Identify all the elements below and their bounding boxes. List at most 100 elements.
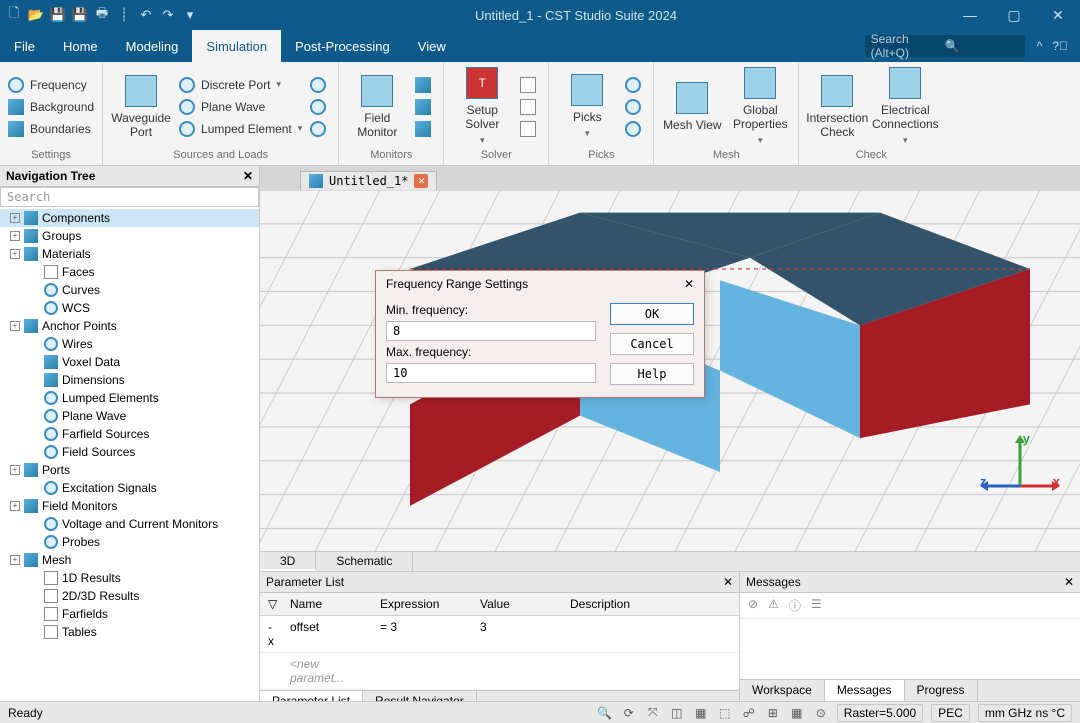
tree-item-materials[interactable]: +Materials <box>0 245 259 263</box>
discrete-port-button[interactable]: Discrete Port <box>179 75 302 95</box>
cancel-button[interactable]: Cancel <box>610 333 694 355</box>
bottom-tab-messages[interactable]: Messages <box>825 680 905 701</box>
tab-modeling[interactable]: Modeling <box>112 30 193 62</box>
status-tool-2-icon[interactable]: ⟳ <box>621 705 637 721</box>
max-frequency-input[interactable] <box>386 363 596 383</box>
navigation-tree-close-icon[interactable]: ✕ <box>243 169 253 183</box>
open-icon[interactable]: 📂 <box>28 7 44 23</box>
messages-warning-icon[interactable]: ⚠ <box>768 597 779 614</box>
view-tab-3d[interactable]: 3D <box>260 552 316 571</box>
status-pec[interactable]: PEC <box>931 704 970 722</box>
tree-item-groups[interactable]: +Groups <box>0 227 259 245</box>
min-frequency-input[interactable] <box>386 321 596 341</box>
tree-item-1d-results[interactable]: 1D Results <box>0 569 259 587</box>
undo-icon[interactable]: ↶ <box>138 7 154 23</box>
expand-icon[interactable]: + <box>10 321 20 331</box>
monitors-extra-2-icon[interactable] <box>415 97 435 117</box>
plane-wave-button[interactable]: Plane Wave <box>179 97 302 117</box>
tree-item-wcs[interactable]: WCS <box>0 299 259 317</box>
status-tool-3-icon[interactable]: ⤧ <box>645 705 661 721</box>
tree-item-field-sources[interactable]: Field Sources <box>0 443 259 461</box>
tab-post-processing[interactable]: Post-Processing <box>281 30 404 62</box>
expand-icon[interactable]: + <box>10 465 20 475</box>
help-icon[interactable]: ?⃝ <box>1052 39 1068 53</box>
picks-button[interactable]: Picks <box>557 74 617 139</box>
status-tool-8-icon[interactable]: ⊞ <box>765 705 781 721</box>
qat-dropdown-icon[interactable]: ▾ <box>182 7 198 23</box>
tree-item-tables[interactable]: Tables <box>0 623 259 641</box>
field-monitor-button[interactable]: Field Monitor <box>347 75 407 139</box>
expand-icon[interactable]: + <box>10 213 20 223</box>
setup-solver-button[interactable]: TSetup Solver <box>452 67 512 146</box>
intersection-check-button[interactable]: Intersection Check <box>807 75 867 139</box>
dialog-close-icon[interactable]: ✕ <box>684 277 694 291</box>
mesh-view-button[interactable]: Mesh View <box>662 82 722 132</box>
close-button[interactable]: ✕ <box>1036 0 1080 30</box>
status-tool-5-icon[interactable]: ▦ <box>693 705 709 721</box>
messages-close-icon[interactable]: ✕ <box>1064 575 1074 589</box>
tree-item-farfields[interactable]: Farfields <box>0 605 259 623</box>
tab-home[interactable]: Home <box>49 30 112 62</box>
tree-item-dimensions[interactable]: Dimensions <box>0 371 259 389</box>
minimize-button[interactable]: — <box>948 0 992 30</box>
frequency-button[interactable]: Frequency <box>8 75 94 95</box>
tree-item-voltage-and-current-monitors[interactable]: Voltage and Current Monitors <box>0 515 259 533</box>
navigation-tree-search[interactable]: Search <box>0 187 259 207</box>
expand-icon[interactable]: + <box>10 501 20 511</box>
print-icon[interactable]: 🖶 <box>94 7 110 23</box>
collapse-ribbon-icon[interactable]: ^ <box>1037 39 1043 53</box>
ok-button[interactable]: OK <box>610 303 694 325</box>
picks-extra-1-icon[interactable] <box>625 75 645 95</box>
status-tool-4-icon[interactable]: ◫ <box>669 705 685 721</box>
status-tool-10-icon[interactable]: ⊙ <box>813 705 829 721</box>
maximize-button[interactable]: ▢ <box>992 0 1036 30</box>
lumped-element-button[interactable]: Lumped Element <box>179 119 302 139</box>
background-button[interactable]: Background <box>8 97 94 117</box>
tree-item-lumped-elements[interactable]: Lumped Elements <box>0 389 259 407</box>
tree-item-farfield-sources[interactable]: Farfield Sources <box>0 425 259 443</box>
messages-settings-icon[interactable]: ☰ <box>811 597 822 614</box>
document-tab-close-icon[interactable]: ✕ <box>414 174 428 188</box>
tab-file[interactable]: File <box>0 30 49 62</box>
parameter-list-close-icon[interactable]: ✕ <box>723 575 733 589</box>
tree-item-curves[interactable]: Curves <box>0 281 259 299</box>
solver-extra-1-icon[interactable] <box>520 75 540 95</box>
monitors-extra-3-icon[interactable] <box>415 119 435 139</box>
tree-item-field-monitors[interactable]: +Field Monitors <box>0 497 259 515</box>
status-tool-9-icon[interactable]: ▦ <box>789 705 805 721</box>
expand-icon[interactable]: + <box>10 249 20 259</box>
filter-icon[interactable]: ▽ <box>260 593 282 615</box>
status-units[interactable]: mm GHz ns °C <box>978 704 1072 722</box>
tree-item-components[interactable]: +Components <box>0 209 259 227</box>
save-icon[interactable]: 💾 <box>50 7 66 23</box>
parameter-row[interactable]: -x offset = 3 3 <box>260 616 739 653</box>
messages-info-icon[interactable]: ⓘ <box>789 597 801 614</box>
electrical-connections-button[interactable]: Electrical Connections <box>875 67 935 146</box>
tree-item-mesh[interactable]: +Mesh <box>0 551 259 569</box>
tree-item-faces[interactable]: Faces <box>0 263 259 281</box>
param-pin-icon[interactable]: -x <box>260 616 282 652</box>
status-tool-7-icon[interactable]: ☍ <box>741 705 757 721</box>
tree-item-2d-3d-results[interactable]: 2D/3D Results <box>0 587 259 605</box>
solver-extra-3-icon[interactable] <box>520 119 540 139</box>
bottom-tab-workspace[interactable]: Workspace <box>740 680 825 701</box>
tree-item-probes[interactable]: Probes <box>0 533 259 551</box>
picks-extra-3-icon[interactable] <box>625 119 645 139</box>
search-box[interactable]: Search (Alt+Q) 🔍 <box>865 35 1025 57</box>
picks-extra-2-icon[interactable] <box>625 97 645 117</box>
tree-item-excitation-signals[interactable]: Excitation Signals <box>0 479 259 497</box>
messages-error-icon[interactable]: ⊘ <box>748 597 758 614</box>
status-raster[interactable]: Raster=5.000 <box>837 704 923 722</box>
expand-icon[interactable]: + <box>10 555 20 565</box>
tab-simulation[interactable]: Simulation <box>192 30 281 62</box>
waveguide-port-button[interactable]: Waveguide Port <box>111 75 171 139</box>
monitors-extra-1-icon[interactable] <box>415 75 435 95</box>
sources-extra-3-icon[interactable] <box>310 119 330 139</box>
bottom-tab-progress[interactable]: Progress <box>905 680 978 701</box>
view-tab-schematic[interactable]: Schematic <box>316 552 413 571</box>
global-properties-button[interactable]: Global Properties <box>730 67 790 146</box>
document-tab[interactable]: Untitled_1* ✕ <box>300 171 437 190</box>
tree-item-wires[interactable]: Wires <box>0 335 259 353</box>
expand-icon[interactable]: + <box>10 231 20 241</box>
status-tool-6-icon[interactable]: ⬚ <box>717 705 733 721</box>
